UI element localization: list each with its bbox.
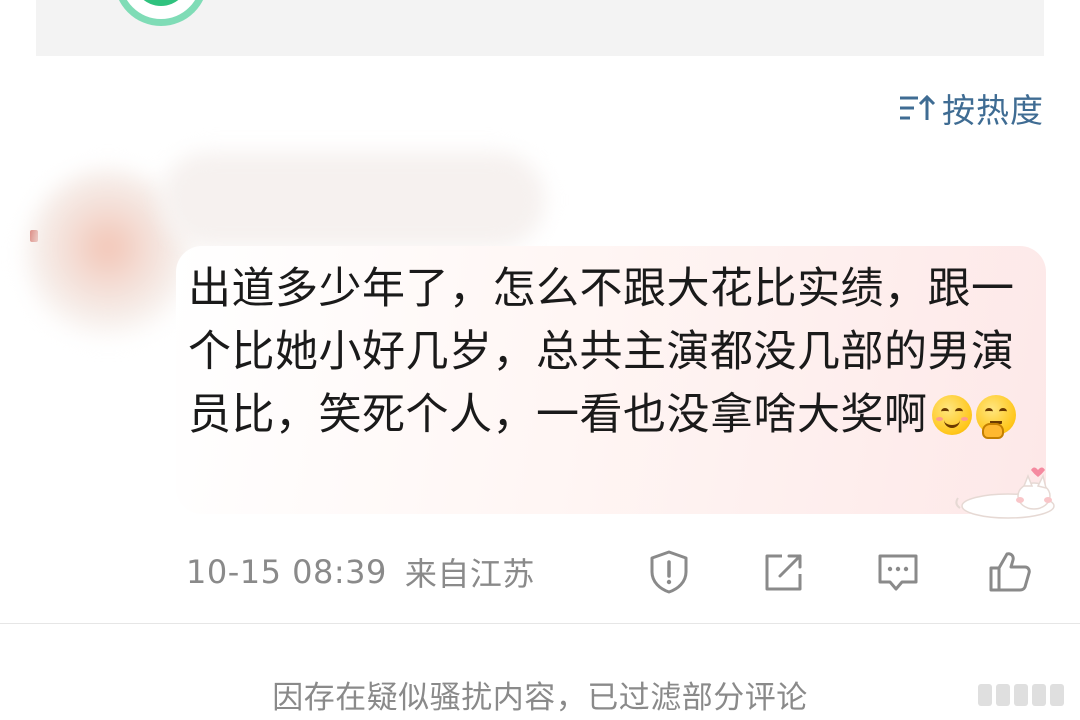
comment-location: 来自江苏 [404,555,535,593]
previous-card[interactable] [36,0,1044,56]
cat-sticker-icon [955,467,1055,519]
divider [0,623,1080,624]
shield-badge-icon [114,0,208,26]
report-button[interactable] [645,548,693,596]
share-icon [765,554,802,591]
shield-alert-icon [650,550,688,594]
watermark [978,684,1064,706]
comment-icon [878,554,918,591]
smiling-blush-emoji [931,395,972,435]
comment-body: 出道多少年了，怎么不跟大花比实绩，跟一个比她小好几岁，总共主演都没几部的男演员比… [188,258,1018,447]
sort-by-hot-button[interactable]: 按热度 [898,86,1044,130]
comment-page: 按热度 出道多少年了，怎么不跟大花比实绩，跟一个比她小好几岁，总共主演都没几部的… [0,0,1080,720]
thinking-emoji [975,395,1016,439]
like-button[interactable] [986,548,1034,596]
sort-label: 按热度 [942,91,1044,130]
reply-button[interactable] [874,548,922,596]
comment-bubble[interactable]: 出道多少年了，怎么不跟大花比实绩，跟一个比她小好几岁，总共主演都没几部的男演员比… [176,246,1055,519]
comment-meta: 10-15 08:39 来自江苏 [186,548,535,596]
username[interactable] [160,152,545,248]
thumbs-up-icon [989,552,1031,592]
share-button[interactable] [760,548,808,596]
comment-time: 10-15 08:39 [186,553,387,591]
sort-icon [900,94,936,120]
comment-text: 出道多少年了，怎么不跟大花比实绩，跟一个比她小好几岁，总共主演都没几部的男演员比… [188,264,1015,440]
filter-notice: 因存在疑似骚扰内容，已过滤部分评论 [272,680,808,716]
